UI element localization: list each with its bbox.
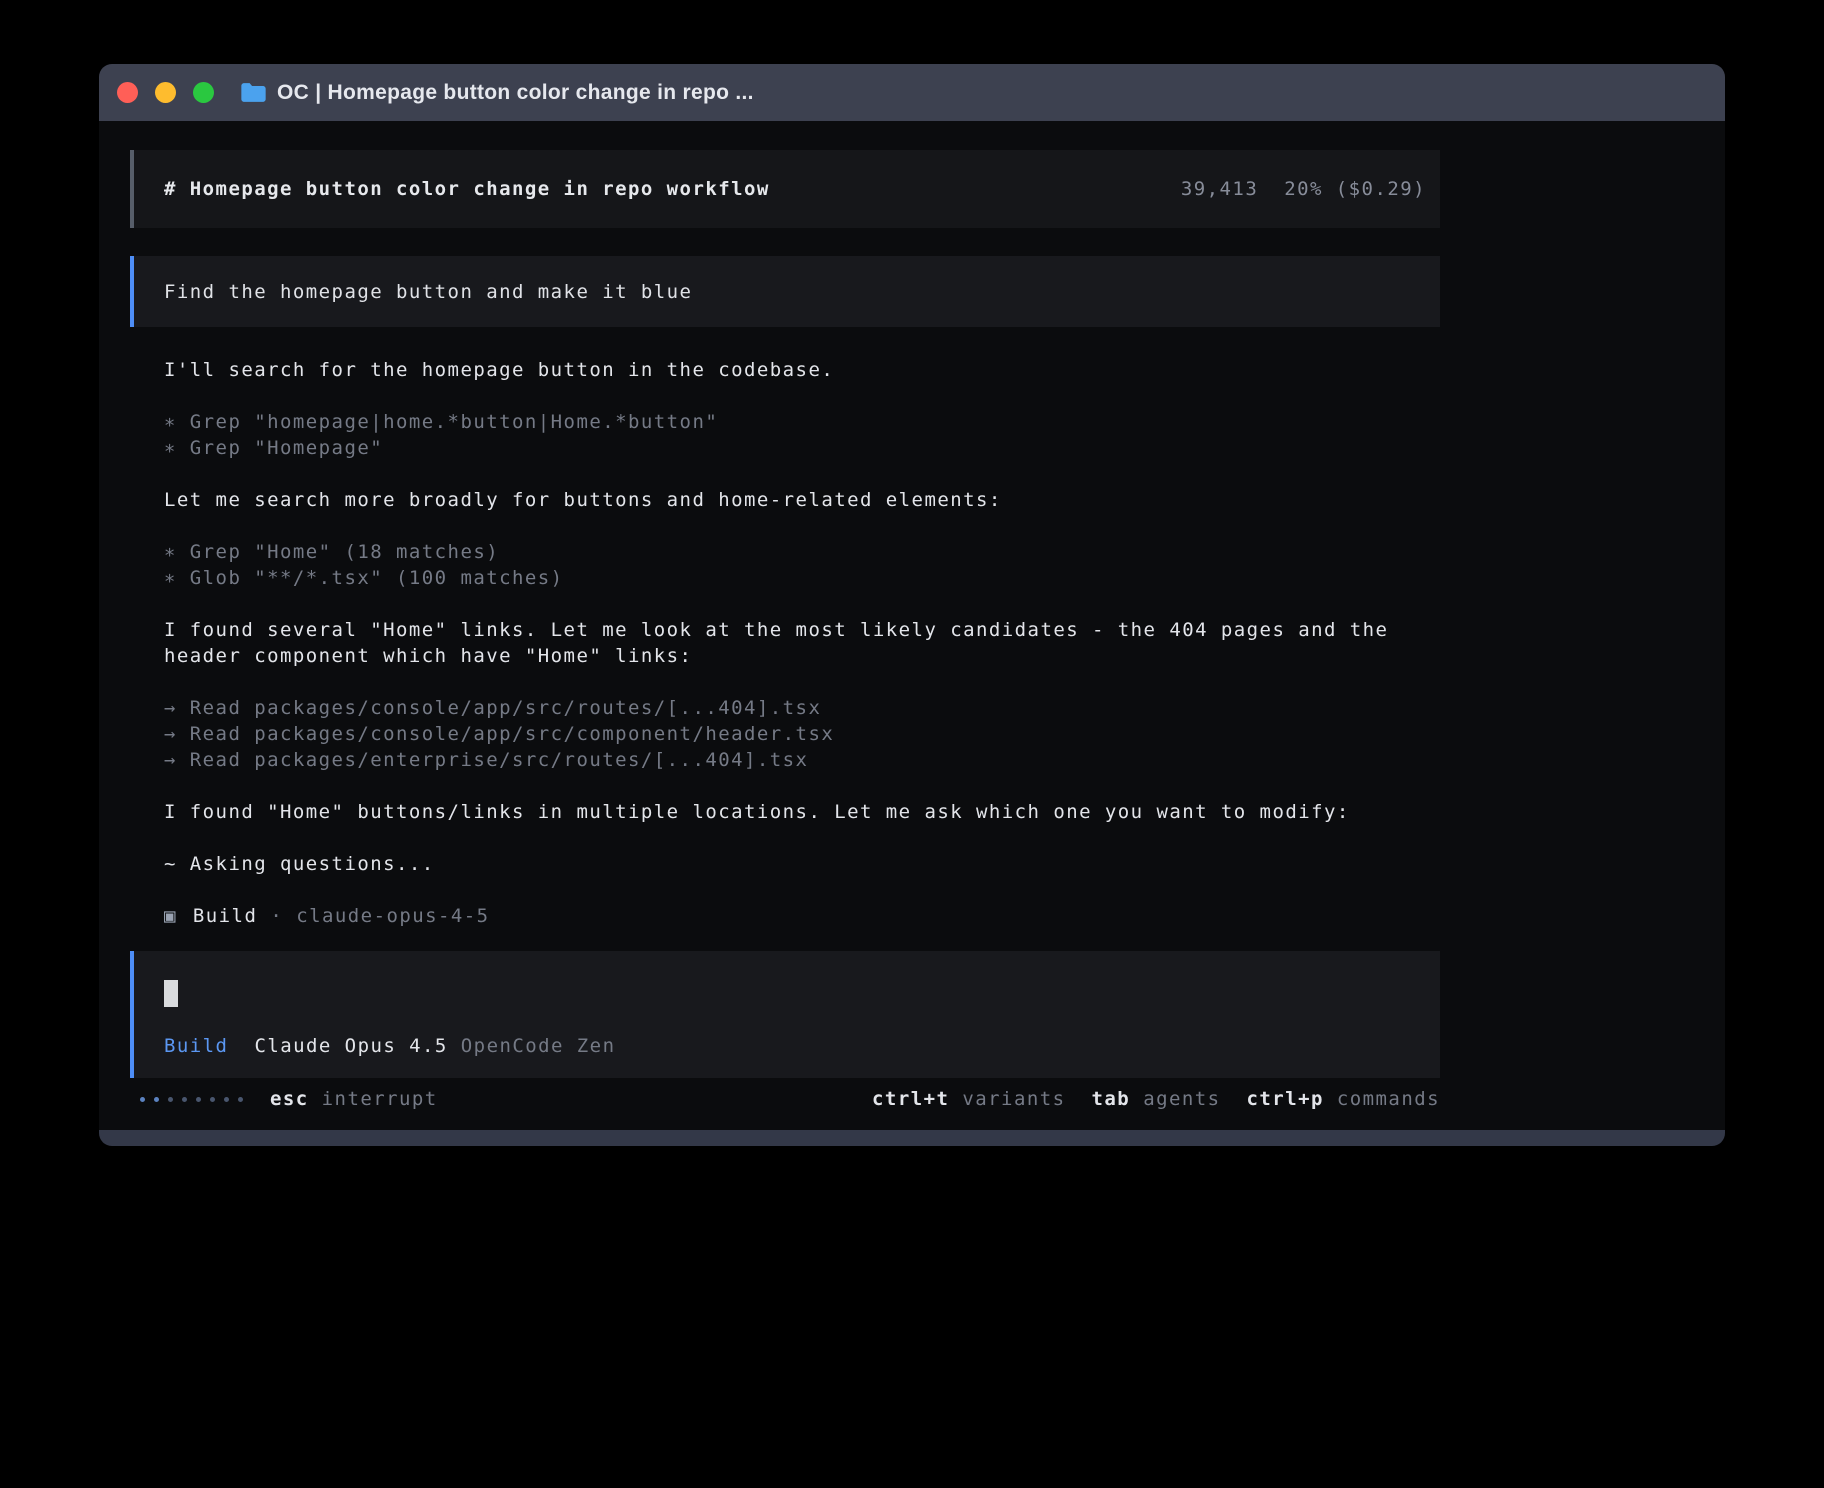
text-cursor: [164, 980, 178, 1007]
spacer: [164, 825, 1440, 851]
spacer: [164, 513, 1440, 539]
tool-call: ∗ Glob "**/*.tsx" (100 matches): [164, 565, 1440, 591]
zoom-button[interactable]: [193, 82, 214, 103]
agents-label: agents: [1143, 1086, 1220, 1112]
spacer: [164, 461, 1440, 487]
window-bottom-edge: [99, 1130, 1725, 1146]
user-message: Find the homepage button and make it blu…: [130, 256, 1440, 327]
spacer: [164, 591, 1440, 617]
tool-call: → Read packages/console/app/src/componen…: [164, 721, 1440, 747]
esc-label: interrupt: [322, 1086, 438, 1112]
prompt-input[interactable]: Build Claude Opus 4.5 OpenCode Zen: [130, 951, 1440, 1078]
commands-label: commands: [1337, 1086, 1440, 1112]
input-status-bar: Build Claude Opus 4.5 OpenCode Zen: [164, 1033, 1426, 1059]
esc-key: esc: [270, 1086, 309, 1112]
session-title: # Homepage button color change in repo w…: [164, 176, 770, 202]
ctrl-p-key: ctrl+p: [1247, 1086, 1324, 1112]
window-titlebar[interactable]: OC | Homepage button color change in rep…: [99, 64, 1725, 121]
variants-label: variants: [962, 1086, 1065, 1112]
assistant-text: I found several "Home" links. Let me loo…: [164, 617, 1440, 669]
assistant-transcript: I'll search for the homepage button in t…: [164, 357, 1440, 929]
status-footer: esc interrupt ctrl+t variants tab agents: [130, 1086, 1440, 1112]
tool-call: → Read packages/console/app/src/routes/[…: [164, 695, 1440, 721]
user-message-text: Find the homepage button and make it blu…: [164, 279, 692, 305]
terminal-window: OC | Homepage button color change in rep…: [99, 64, 1725, 1146]
spacer: [164, 383, 1440, 409]
agent-status-line: ▣ Build · claude-opus-4-5: [164, 903, 1440, 929]
agent-name: Build: [193, 903, 257, 929]
session-header: # Homepage button color change in repo w…: [130, 150, 1440, 228]
status-text: ~ Asking questions...: [164, 851, 1440, 877]
separator-dot: ·: [270, 903, 283, 929]
traffic-lights: [117, 82, 214, 103]
context-percent: 20% ($0.29): [1284, 176, 1426, 202]
shortcut-agents: tab agents: [1092, 1086, 1221, 1112]
shortcut-commands: ctrl+p commands: [1247, 1086, 1440, 1112]
input-line[interactable]: [164, 980, 1426, 1007]
agent-icon: ▣: [164, 903, 177, 929]
footer-left: esc interrupt: [130, 1086, 438, 1112]
window-title: OC | Homepage button color change in rep…: [277, 81, 754, 105]
model-label[interactable]: Claude Opus 4.5: [254, 1033, 447, 1059]
agent-mode-label[interactable]: Build: [164, 1033, 228, 1059]
ctrl-t-key: ctrl+t: [872, 1086, 949, 1112]
terminal-content: # Homepage button color change in repo w…: [130, 121, 1440, 1112]
shortcut-variants: ctrl+t variants: [872, 1086, 1065, 1112]
assistant-text: Let me search more broadly for buttons a…: [164, 487, 1440, 513]
assistant-text: I found "Home" buttons/links in multiple…: [164, 799, 1440, 825]
tab-key: tab: [1092, 1086, 1131, 1112]
folder-icon: [240, 82, 267, 103]
spacer: [164, 669, 1440, 695]
tool-call: ∗ Grep "homepage|home.*button|Home.*butt…: [164, 409, 1440, 435]
provider-label: OpenCode Zen: [461, 1033, 616, 1059]
tool-call: ∗ Grep "Home" (18 matches): [164, 539, 1440, 565]
tool-call: ∗ Grep "Homepage": [164, 435, 1440, 461]
session-stats: 39,413 20% ($0.29): [1181, 176, 1426, 202]
spacer: [164, 773, 1440, 799]
assistant-text: I'll search for the homepage button in t…: [164, 357, 1440, 383]
agent-model: claude-opus-4-5: [296, 903, 489, 929]
close-button[interactable]: [117, 82, 138, 103]
spacer: [164, 877, 1440, 903]
desktop: OC | Homepage button color change in rep…: [0, 0, 1824, 1488]
token-count: 39,413: [1181, 176, 1258, 202]
tool-call: → Read packages/enterprise/src/routes/[.…: [164, 747, 1440, 773]
spinner-icon: [140, 1097, 243, 1102]
footer-shortcuts: ctrl+t variants tab agents ctrl+p comman…: [872, 1086, 1440, 1112]
terminal-body: # Homepage button color change in repo w…: [99, 121, 1725, 1130]
minimize-button[interactable]: [155, 82, 176, 103]
